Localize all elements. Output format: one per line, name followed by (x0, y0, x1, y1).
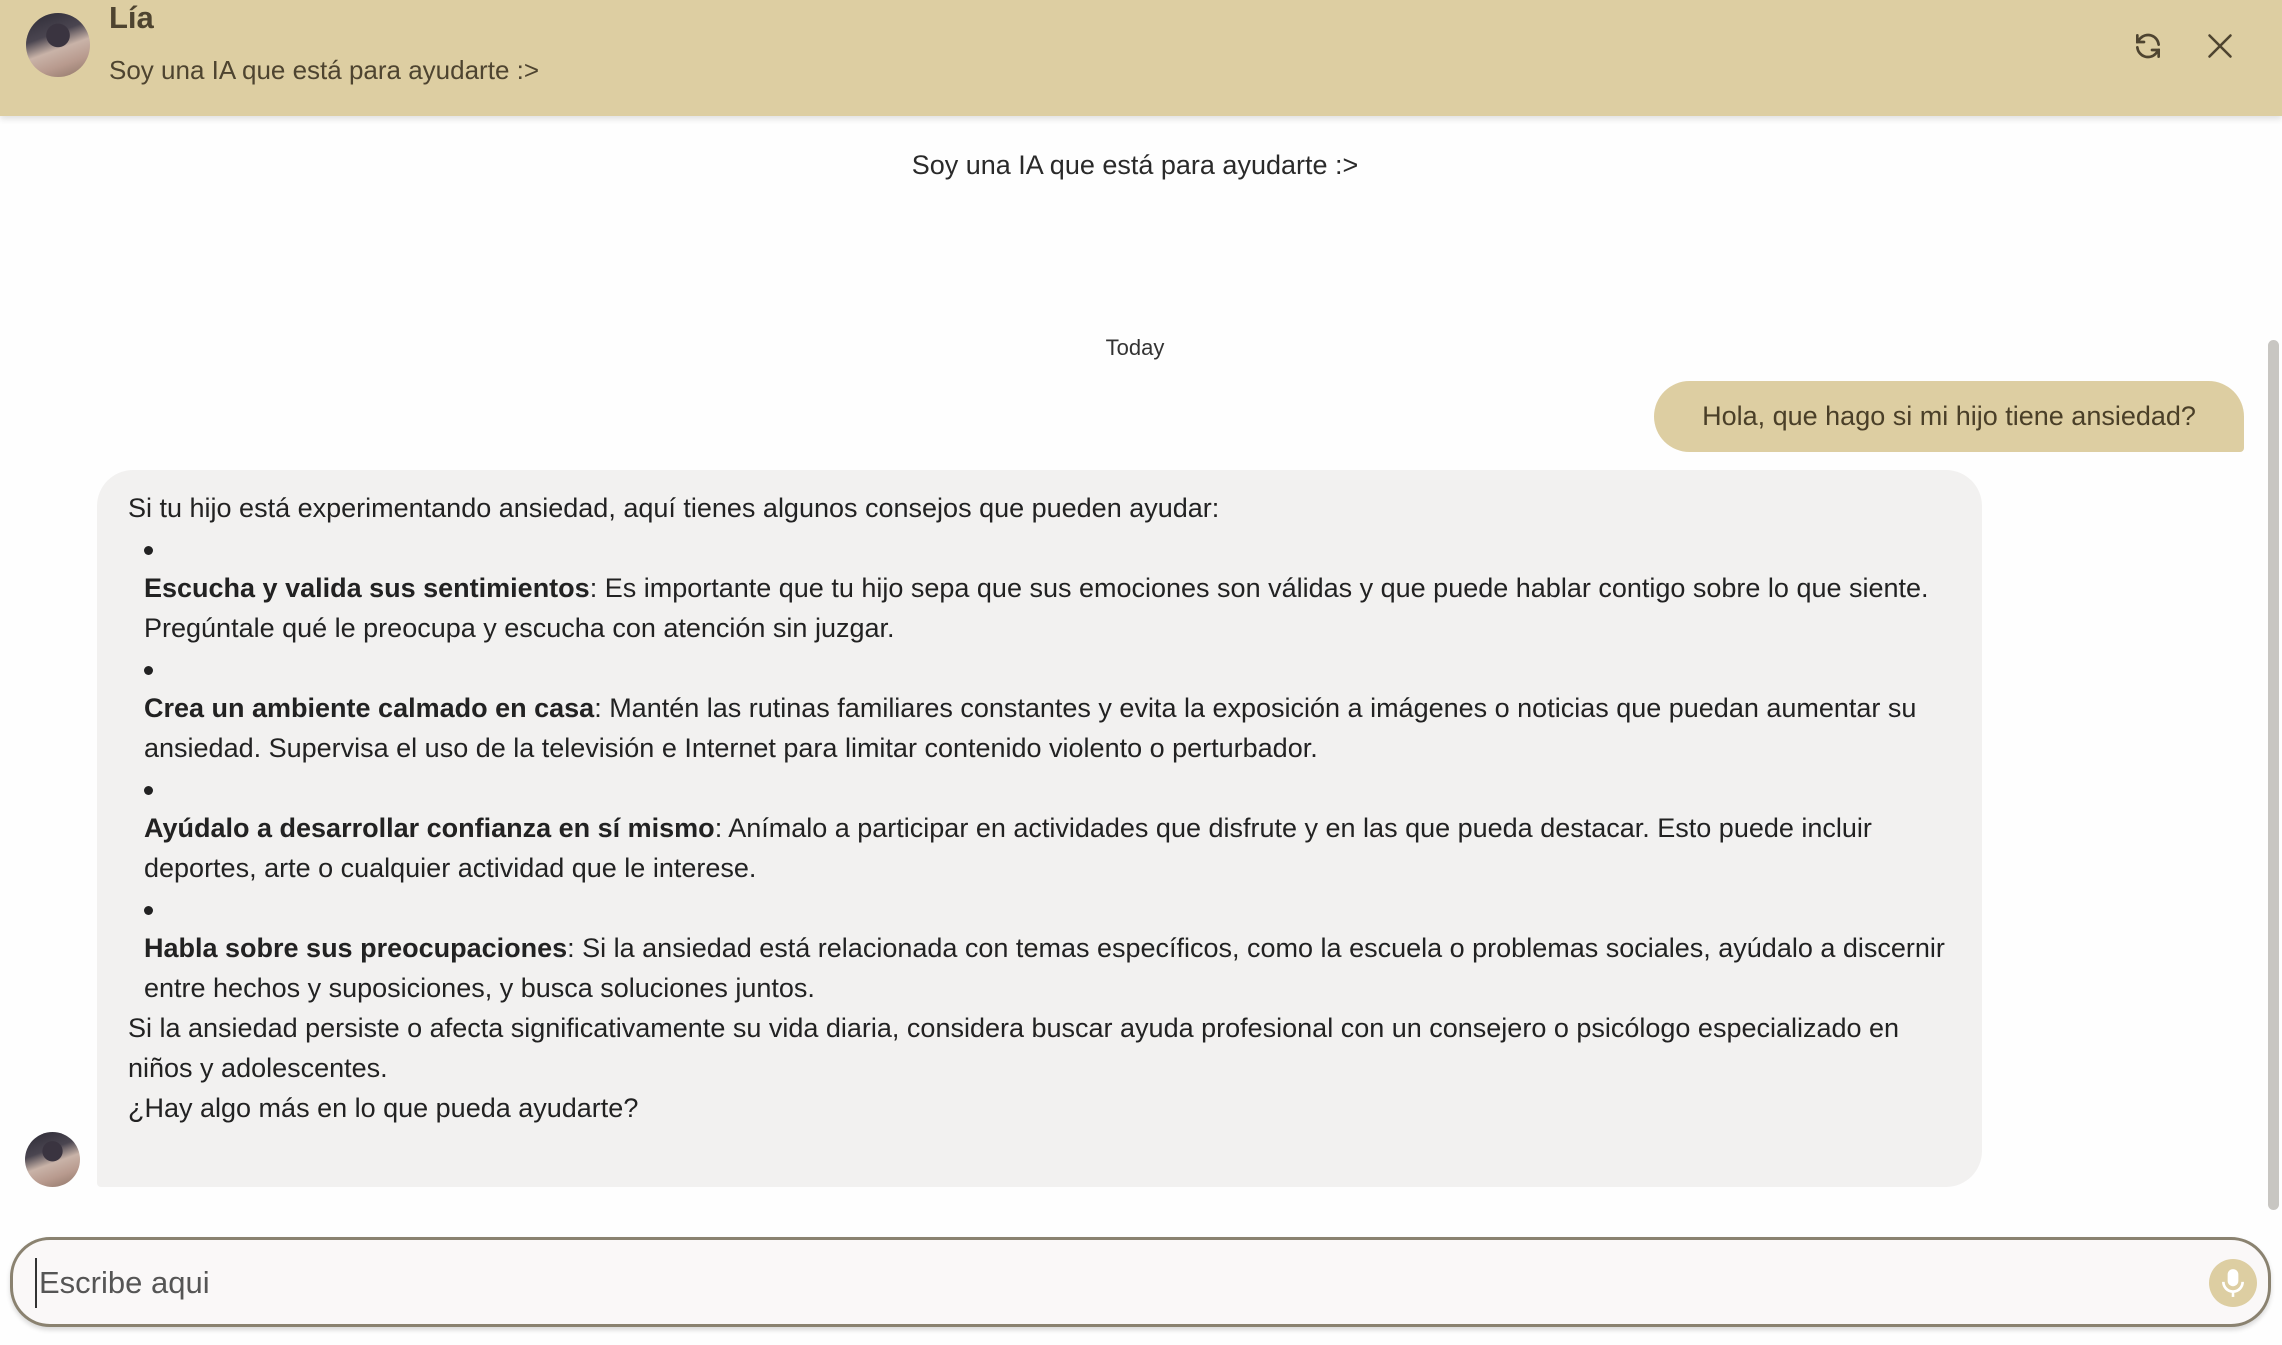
date-divider: Today (1105, 335, 1165, 360)
scrollbar[interactable] (2268, 340, 2279, 1210)
user-message: Hola, que hago si mi hijo tiene ansiedad… (1654, 381, 2244, 452)
item-title: Habla sobre sus preocupaciones (144, 933, 568, 963)
refresh-button[interactable] (2128, 26, 2168, 66)
bot-name: Lía (109, 0, 154, 35)
list-item: Crea un ambiente calmado en casa: Mantén… (144, 648, 1951, 768)
item-title: Crea un ambiente calmado en casa (144, 693, 595, 723)
item-title: Escucha y valida sus sentimientos (144, 573, 590, 603)
refresh-icon (2136, 33, 2160, 59)
bullet (144, 768, 1951, 808)
bullet (144, 888, 1951, 928)
bot-closing: ¿Hay algo más en lo que pueda ayudarte? (128, 1093, 639, 1123)
bot-avatar (26, 13, 90, 77)
microphone-button[interactable] (2209, 1259, 2257, 1307)
bot-message: Si tu hijo está experimentando ansiedad,… (97, 470, 1982, 1187)
close-icon (2208, 34, 2232, 58)
bot-message-avatar (25, 1132, 80, 1187)
close-button[interactable] (2200, 26, 2240, 66)
list-item: Escucha y valida sus sentimientos: Es im… (144, 528, 1951, 648)
message-input[interactable] (35, 1258, 2185, 1308)
bot-intro: Si tu hijo está experimentando ansiedad,… (128, 493, 1220, 523)
item-title: Ayúdalo a desarrollar confianza en sí mi… (144, 813, 715, 843)
microphone-icon (2222, 1269, 2244, 1297)
advice-list: Escucha y valida sus sentimientos: Es im… (128, 528, 1951, 1008)
chat-intro: Soy una IA que está para ayudarte :> (911, 150, 1359, 180)
bot-subtitle: Soy una IA que está para ayudarte :> (109, 55, 540, 85)
list-item: Habla sobre sus preocupaciones: Si la an… (144, 888, 1951, 1008)
list-item: Ayúdalo a desarrollar confianza en sí mi… (144, 768, 1951, 888)
bullet (144, 648, 1951, 688)
bullet (144, 528, 1951, 568)
bot-conclusion: Si la ansiedad persiste o afecta signifi… (128, 1013, 1900, 1083)
chat-header: Lía Soy una IA que está para ayudarte :> (0, 0, 2282, 116)
message-composer (10, 1237, 2271, 1327)
